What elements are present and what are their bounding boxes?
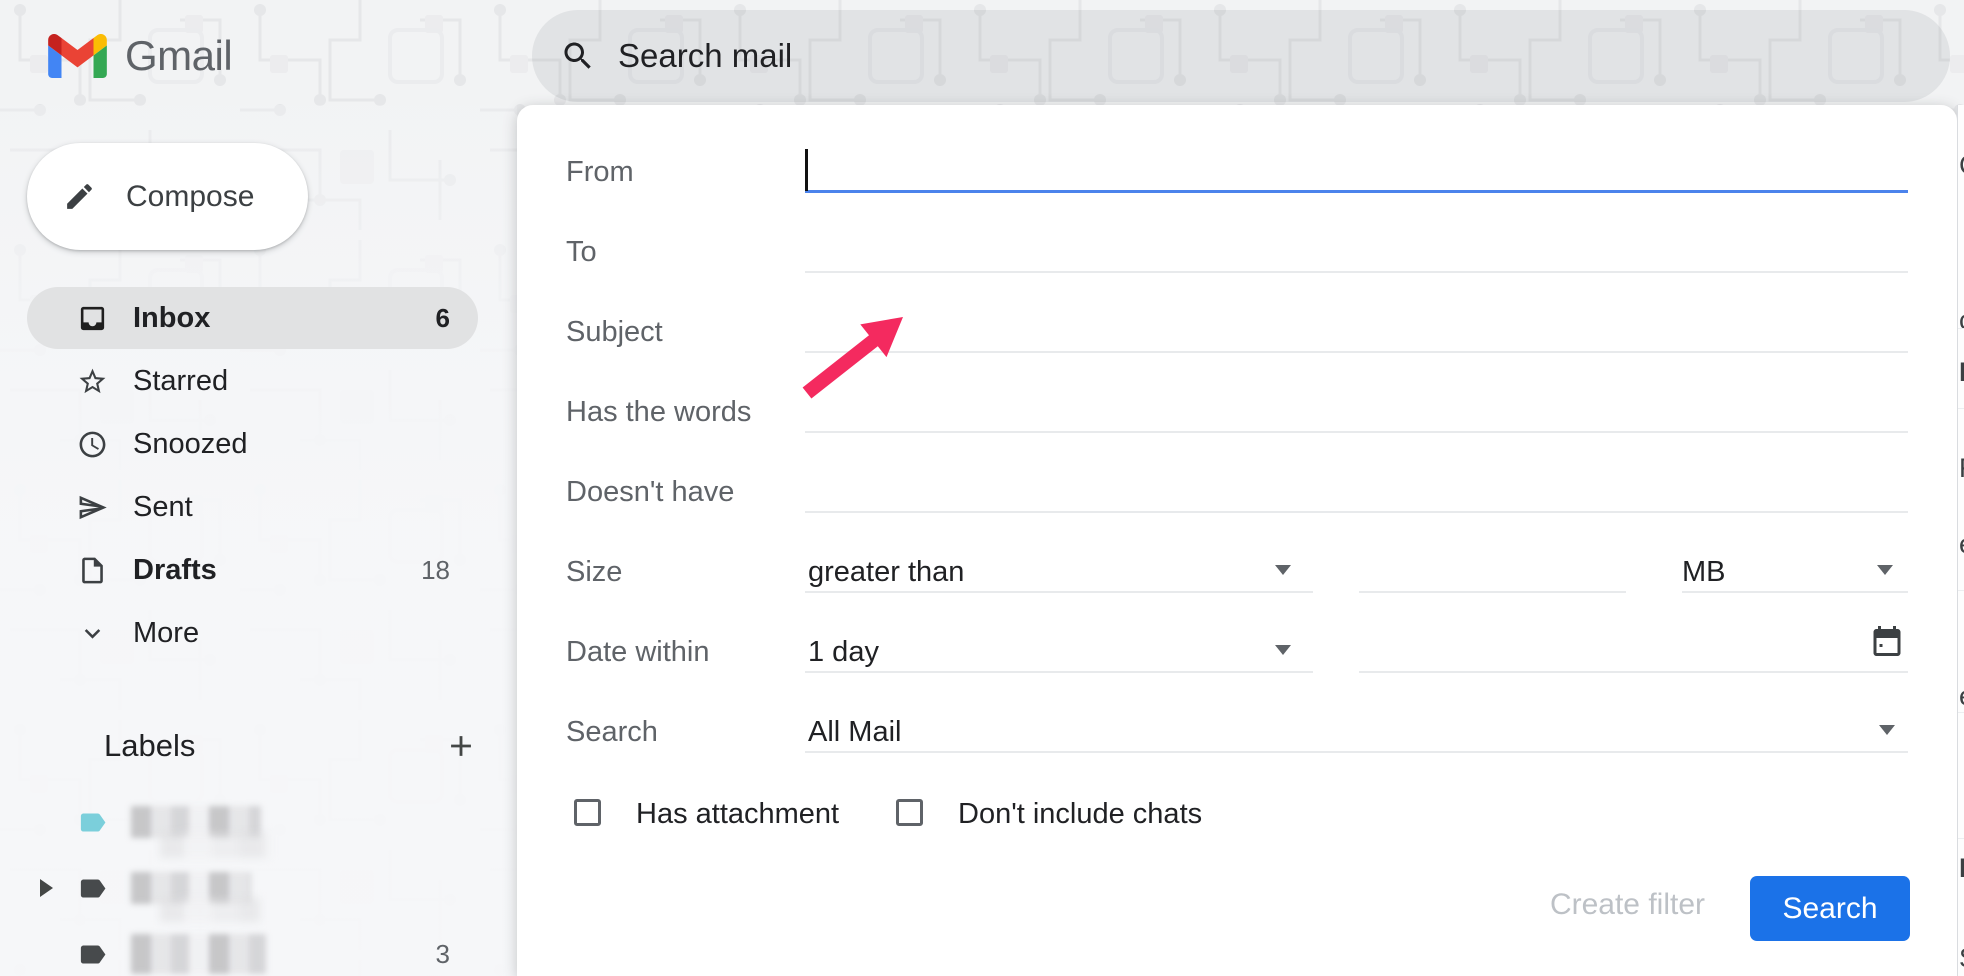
pencil-icon xyxy=(63,180,96,213)
sidebar-item-starred[interactable]: Starred xyxy=(27,350,478,412)
search-submit-button[interactable]: Search xyxy=(1750,876,1910,941)
size-unit-select[interactable]: MB xyxy=(1682,556,1726,589)
search-bar[interactable]: Search mail xyxy=(532,10,1950,102)
plus-icon[interactable] xyxy=(444,729,478,763)
has-words-label: Has the words xyxy=(566,396,751,432)
label-name-redacted xyxy=(160,898,260,922)
sidebar-item-label: Sent xyxy=(133,491,193,524)
label-tag-icon xyxy=(77,807,108,838)
scope-select[interactable]: All Mail xyxy=(808,716,901,749)
size-amount-input[interactable] xyxy=(1359,591,1626,593)
chevron-down-icon xyxy=(77,618,108,649)
sidebar-item-label: Drafts xyxy=(133,554,217,587)
to-input[interactable] xyxy=(805,271,1908,273)
size-operator-underline xyxy=(805,591,1313,593)
gmail-logo[interactable]: Gmail xyxy=(48,30,232,82)
has-attachment-checkbox[interactable] xyxy=(574,799,601,826)
compose-label: Compose xyxy=(126,180,254,214)
draft-icon xyxy=(77,555,108,586)
labels-section-header: Labels xyxy=(104,726,478,766)
gmail-app-window: Gmail Search mail Compose Inbox 6 Starre… xyxy=(0,0,1964,976)
subject-label: Subject xyxy=(566,316,663,352)
sidebar-item-label: More xyxy=(133,617,199,650)
label-row[interactable]: 3 xyxy=(27,926,478,976)
search-icon[interactable] xyxy=(560,38,596,74)
label-name-redacted xyxy=(160,832,270,858)
clipped-text: F xyxy=(1959,453,1964,484)
sidebar-item-label: Snoozed xyxy=(133,428,248,461)
dropdown-arrow-icon[interactable] xyxy=(1275,645,1291,655)
from-input[interactable] xyxy=(805,190,1908,193)
labels-title: Labels xyxy=(104,728,195,764)
calendar-icon[interactable] xyxy=(1869,623,1905,659)
size-unit-underline xyxy=(1682,591,1908,593)
inbox-count-badge: 6 xyxy=(436,303,450,334)
has-attachment-label: Has attachment xyxy=(636,798,839,831)
dropdown-arrow-icon[interactable] xyxy=(1877,565,1893,575)
inbox-icon xyxy=(77,303,108,334)
dropdown-arrow-icon[interactable] xyxy=(1275,565,1291,575)
date-input[interactable] xyxy=(1359,671,1908,673)
label-tag-icon xyxy=(77,939,108,970)
search-input[interactable]: Search mail xyxy=(618,37,792,75)
scope-underline xyxy=(805,751,1908,753)
size-operator-select[interactable]: greater than xyxy=(808,556,964,589)
background-mail-list-sliver: C c I F e e N S xyxy=(1957,105,1964,976)
date-within-underline xyxy=(805,671,1313,673)
annotation-arrow xyxy=(790,305,920,410)
gmail-m-icon xyxy=(48,34,107,78)
sidebar-item-snoozed[interactable]: Snoozed xyxy=(27,413,478,475)
clipped-text: N xyxy=(1959,853,1964,884)
sidebar-item-sent[interactable]: Sent xyxy=(27,476,478,538)
sidebar-item-more[interactable]: More xyxy=(27,602,478,664)
advanced-search-panel: From To Subject Has the words Doesn't ha… xyxy=(517,105,1957,976)
sidebar-item-label: Inbox xyxy=(133,302,210,335)
text-cursor xyxy=(805,149,808,191)
clipped-text: I xyxy=(1959,357,1964,388)
has-words-input[interactable] xyxy=(805,431,1908,433)
dont-include-chats-checkbox[interactable] xyxy=(896,799,923,826)
dropdown-arrow-icon[interactable] xyxy=(1879,725,1895,735)
gmail-wordmark: Gmail xyxy=(125,32,232,80)
create-filter-button[interactable]: Create filter xyxy=(1525,888,1705,924)
clock-icon xyxy=(77,429,108,460)
clipped-text: c xyxy=(1959,305,1964,336)
dont-include-chats-label: Don't include chats xyxy=(958,798,1202,831)
scope-label: Search xyxy=(566,716,658,752)
clipped-text: C xyxy=(1959,150,1964,181)
send-icon xyxy=(77,492,108,523)
clipped-text: S xyxy=(1959,943,1964,974)
from-label: From xyxy=(566,156,634,192)
clipped-text: e xyxy=(1959,681,1964,712)
to-label: To xyxy=(566,236,597,272)
date-within-select[interactable]: 1 day xyxy=(808,636,879,669)
sidebar-item-drafts[interactable]: Drafts 18 xyxy=(27,539,478,601)
sidebar-item-label: Starred xyxy=(133,365,228,398)
doesnt-have-label: Doesn't have xyxy=(566,476,734,512)
date-within-label: Date within xyxy=(566,636,709,672)
doesnt-have-input[interactable] xyxy=(805,511,1908,513)
drafts-count: 18 xyxy=(421,555,450,586)
label-tag-icon xyxy=(77,873,108,904)
expand-arrow-icon[interactable] xyxy=(40,879,53,897)
label-count: 3 xyxy=(436,939,450,970)
size-label: Size xyxy=(566,556,622,592)
star-icon xyxy=(77,366,108,397)
subject-input[interactable] xyxy=(805,351,1908,353)
label-name-redacted xyxy=(131,934,266,974)
compose-button[interactable]: Compose xyxy=(27,143,308,250)
clipped-text: e xyxy=(1959,529,1964,560)
sidebar-item-inbox[interactable]: Inbox 6 xyxy=(27,287,478,349)
